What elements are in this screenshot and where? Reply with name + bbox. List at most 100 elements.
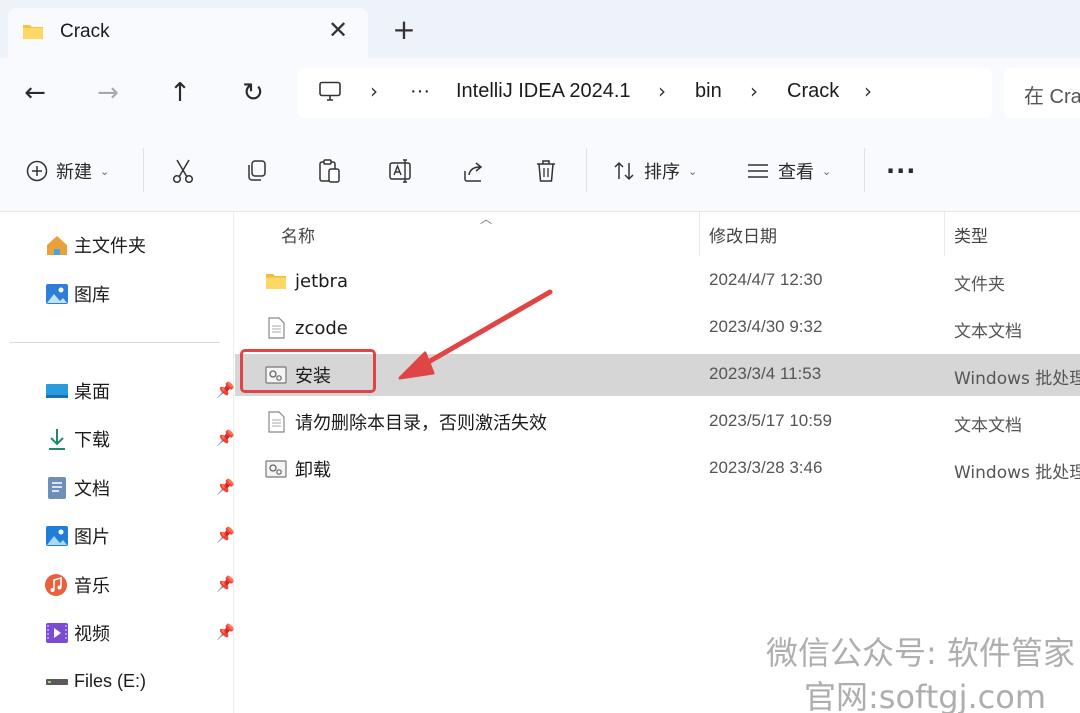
pin-icon[interactable]: 📌 bbox=[216, 526, 235, 544]
sidebar-item-home[interactable]: 主文件夹 bbox=[44, 229, 234, 261]
breadcrumb-item-crack[interactable]: Crack bbox=[787, 80, 839, 103]
sidebar-item-label: 图库 bbox=[74, 285, 110, 306]
breadcrumb-separator[interactable]: › bbox=[750, 79, 758, 103]
table-row[interactable]: jetbra 2024/4/7 12:30 文件夹 bbox=[235, 260, 1080, 302]
search-input[interactable]: 在 Crack 中搜索 bbox=[1024, 80, 1080, 109]
pin-icon[interactable]: 📌 bbox=[216, 575, 235, 593]
delete-icon bbox=[537, 160, 555, 182]
sort-button[interactable]: 排序 ⌄ bbox=[612, 154, 697, 188]
breadcrumb[interactable]: › ··· IntelliJ IDEA 2024.1 › bin › Crack… bbox=[298, 68, 992, 118]
file-name: jetbra bbox=[295, 270, 348, 292]
file-name: zcode bbox=[295, 317, 348, 339]
pin-icon[interactable]: 📌 bbox=[216, 623, 235, 641]
file-name: 卸载 bbox=[295, 460, 331, 481]
column-header-name[interactable]: 名称 bbox=[281, 222, 315, 247]
sidebar-item-label: 文档 bbox=[74, 479, 110, 500]
pin-icon[interactable]: 📌 bbox=[216, 381, 235, 399]
sidebar-item-drive-e[interactable]: Files (E:) bbox=[44, 665, 234, 697]
desktop-icon bbox=[46, 384, 68, 398]
view-list-icon bbox=[748, 164, 768, 178]
forward-button[interactable]: → bbox=[91, 76, 125, 110]
sidebar-item-label: Files (E:) bbox=[74, 670, 146, 691]
command-bar: 新建 ⌄ 排序 ⌄ 查看 ⌄ ··· bbox=[0, 128, 1080, 212]
paste-button[interactable] bbox=[317, 154, 341, 188]
file-type: 文本文档 bbox=[954, 322, 1022, 342]
sidebar-item-downloads[interactable]: 下载 📌 bbox=[44, 423, 235, 455]
rename-icon bbox=[389, 159, 411, 183]
folder-icon bbox=[266, 274, 286, 289]
sort-ascending-icon: ︿ bbox=[480, 212, 493, 226]
file-date: 2023/5/17 10:59 bbox=[709, 411, 832, 430]
file-type: 文本文档 bbox=[954, 416, 1022, 436]
sidebar-item-music[interactable]: 音乐 📌 bbox=[44, 569, 235, 601]
breadcrumb-separator[interactable]: › bbox=[658, 79, 666, 103]
new-button[interactable]: 新建 ⌄ bbox=[26, 154, 109, 188]
sidebar-item-pictures[interactable]: 图片 📌 bbox=[44, 520, 235, 552]
file-type: Windows 批处理 bbox=[954, 463, 1080, 483]
view-label: 查看 bbox=[778, 162, 814, 183]
copy-button[interactable] bbox=[244, 154, 268, 188]
tab-crack[interactable]: Crack ✕ bbox=[8, 8, 368, 58]
table-row[interactable]: 请勿删除本目录，否则激活失效 2023/5/17 10:59 文本文档 bbox=[235, 401, 1080, 443]
share-icon bbox=[464, 162, 483, 182]
batch-file-icon bbox=[265, 460, 287, 478]
download-icon bbox=[49, 429, 65, 450]
pin-icon[interactable]: 📌 bbox=[216, 478, 235, 496]
breadcrumb-item-bin[interactable]: bin bbox=[695, 80, 722, 103]
chevron-down-icon: ⌄ bbox=[822, 164, 832, 178]
sort-icon bbox=[614, 161, 634, 181]
search-box[interactable]: 在 Crack 中搜索 bbox=[1004, 68, 1080, 118]
file-date: 2023/3/28 3:46 bbox=[709, 458, 823, 477]
breadcrumb-separator[interactable]: › bbox=[864, 79, 872, 103]
share-button[interactable] bbox=[462, 154, 486, 188]
column-header-type[interactable]: 类型 bbox=[954, 222, 988, 247]
copy-icon bbox=[248, 160, 266, 181]
sidebar-item-label: 下载 bbox=[74, 430, 110, 451]
delete-button[interactable] bbox=[535, 154, 557, 188]
close-tab-icon[interactable]: ✕ bbox=[326, 18, 350, 42]
sidebar-item-videos[interactable]: 视频 📌 bbox=[44, 617, 235, 649]
sidebar-item-label: 视频 bbox=[74, 624, 110, 645]
new-label: 新建 bbox=[56, 162, 92, 183]
table-row[interactable]: zcode 2023/4/30 9:32 文本文档 bbox=[235, 307, 1080, 349]
file-type: 文件夹 bbox=[954, 275, 1005, 295]
text-file-icon bbox=[268, 411, 285, 433]
tab-title: Crack bbox=[60, 21, 110, 42]
chevron-down-icon: ⌄ bbox=[100, 164, 110, 178]
documents-icon bbox=[48, 477, 66, 499]
breadcrumb-more[interactable]: ··· bbox=[410, 80, 430, 103]
sidebar-item-gallery[interactable]: 图库 bbox=[44, 278, 234, 310]
folder-icon bbox=[23, 25, 43, 39]
column-header-date[interactable]: 修改日期 bbox=[709, 222, 777, 247]
gallery-icon bbox=[46, 284, 68, 304]
tab-strip: Crack ✕ + bbox=[0, 0, 1080, 58]
pin-icon[interactable]: 📌 bbox=[216, 429, 235, 447]
file-date: 2023/4/30 9:32 bbox=[709, 317, 823, 336]
cut-button[interactable] bbox=[171, 154, 195, 188]
file-type: Windows 批处理 bbox=[954, 369, 1080, 389]
column-divider[interactable] bbox=[944, 212, 945, 256]
paste-icon bbox=[319, 159, 340, 183]
rename-button[interactable] bbox=[388, 154, 414, 188]
sidebar-item-documents[interactable]: 文档 📌 bbox=[44, 472, 235, 504]
computer-icon[interactable] bbox=[318, 81, 342, 103]
plus-circle-icon bbox=[26, 160, 48, 182]
breadcrumb-separator[interactable]: › bbox=[370, 79, 378, 103]
watermark-line-2: 官网:softgj.com bbox=[804, 678, 1047, 713]
navigation-pane: 主文件夹 图库 桌面 📌 下载 📌 文档 📌 图片 📌 音乐 📌 视频 📌 Fi… bbox=[0, 212, 235, 713]
table-row[interactable]: 卸载 2023/3/28 3:46 Windows 批处理 bbox=[235, 448, 1080, 490]
new-tab-button[interactable]: + bbox=[390, 16, 418, 44]
more-options-button[interactable]: ··· bbox=[886, 154, 916, 188]
file-date: 2024/4/7 12:30 bbox=[709, 270, 823, 289]
music-icon bbox=[45, 574, 67, 596]
sidebar-item-desktop[interactable]: 桌面 📌 bbox=[44, 375, 235, 407]
refresh-button[interactable]: ↻ bbox=[236, 76, 270, 110]
up-button[interactable]: ↑ bbox=[163, 76, 197, 110]
text-file-icon bbox=[268, 317, 285, 339]
view-button[interactable]: 查看 ⌄ bbox=[746, 154, 831, 188]
back-button[interactable]: ← bbox=[18, 76, 52, 110]
breadcrumb-item-intellij[interactable]: IntelliJ IDEA 2024.1 bbox=[456, 80, 631, 103]
more-icon: ··· bbox=[886, 157, 917, 185]
toolbar-divider bbox=[864, 148, 865, 192]
column-divider[interactable] bbox=[699, 212, 700, 256]
